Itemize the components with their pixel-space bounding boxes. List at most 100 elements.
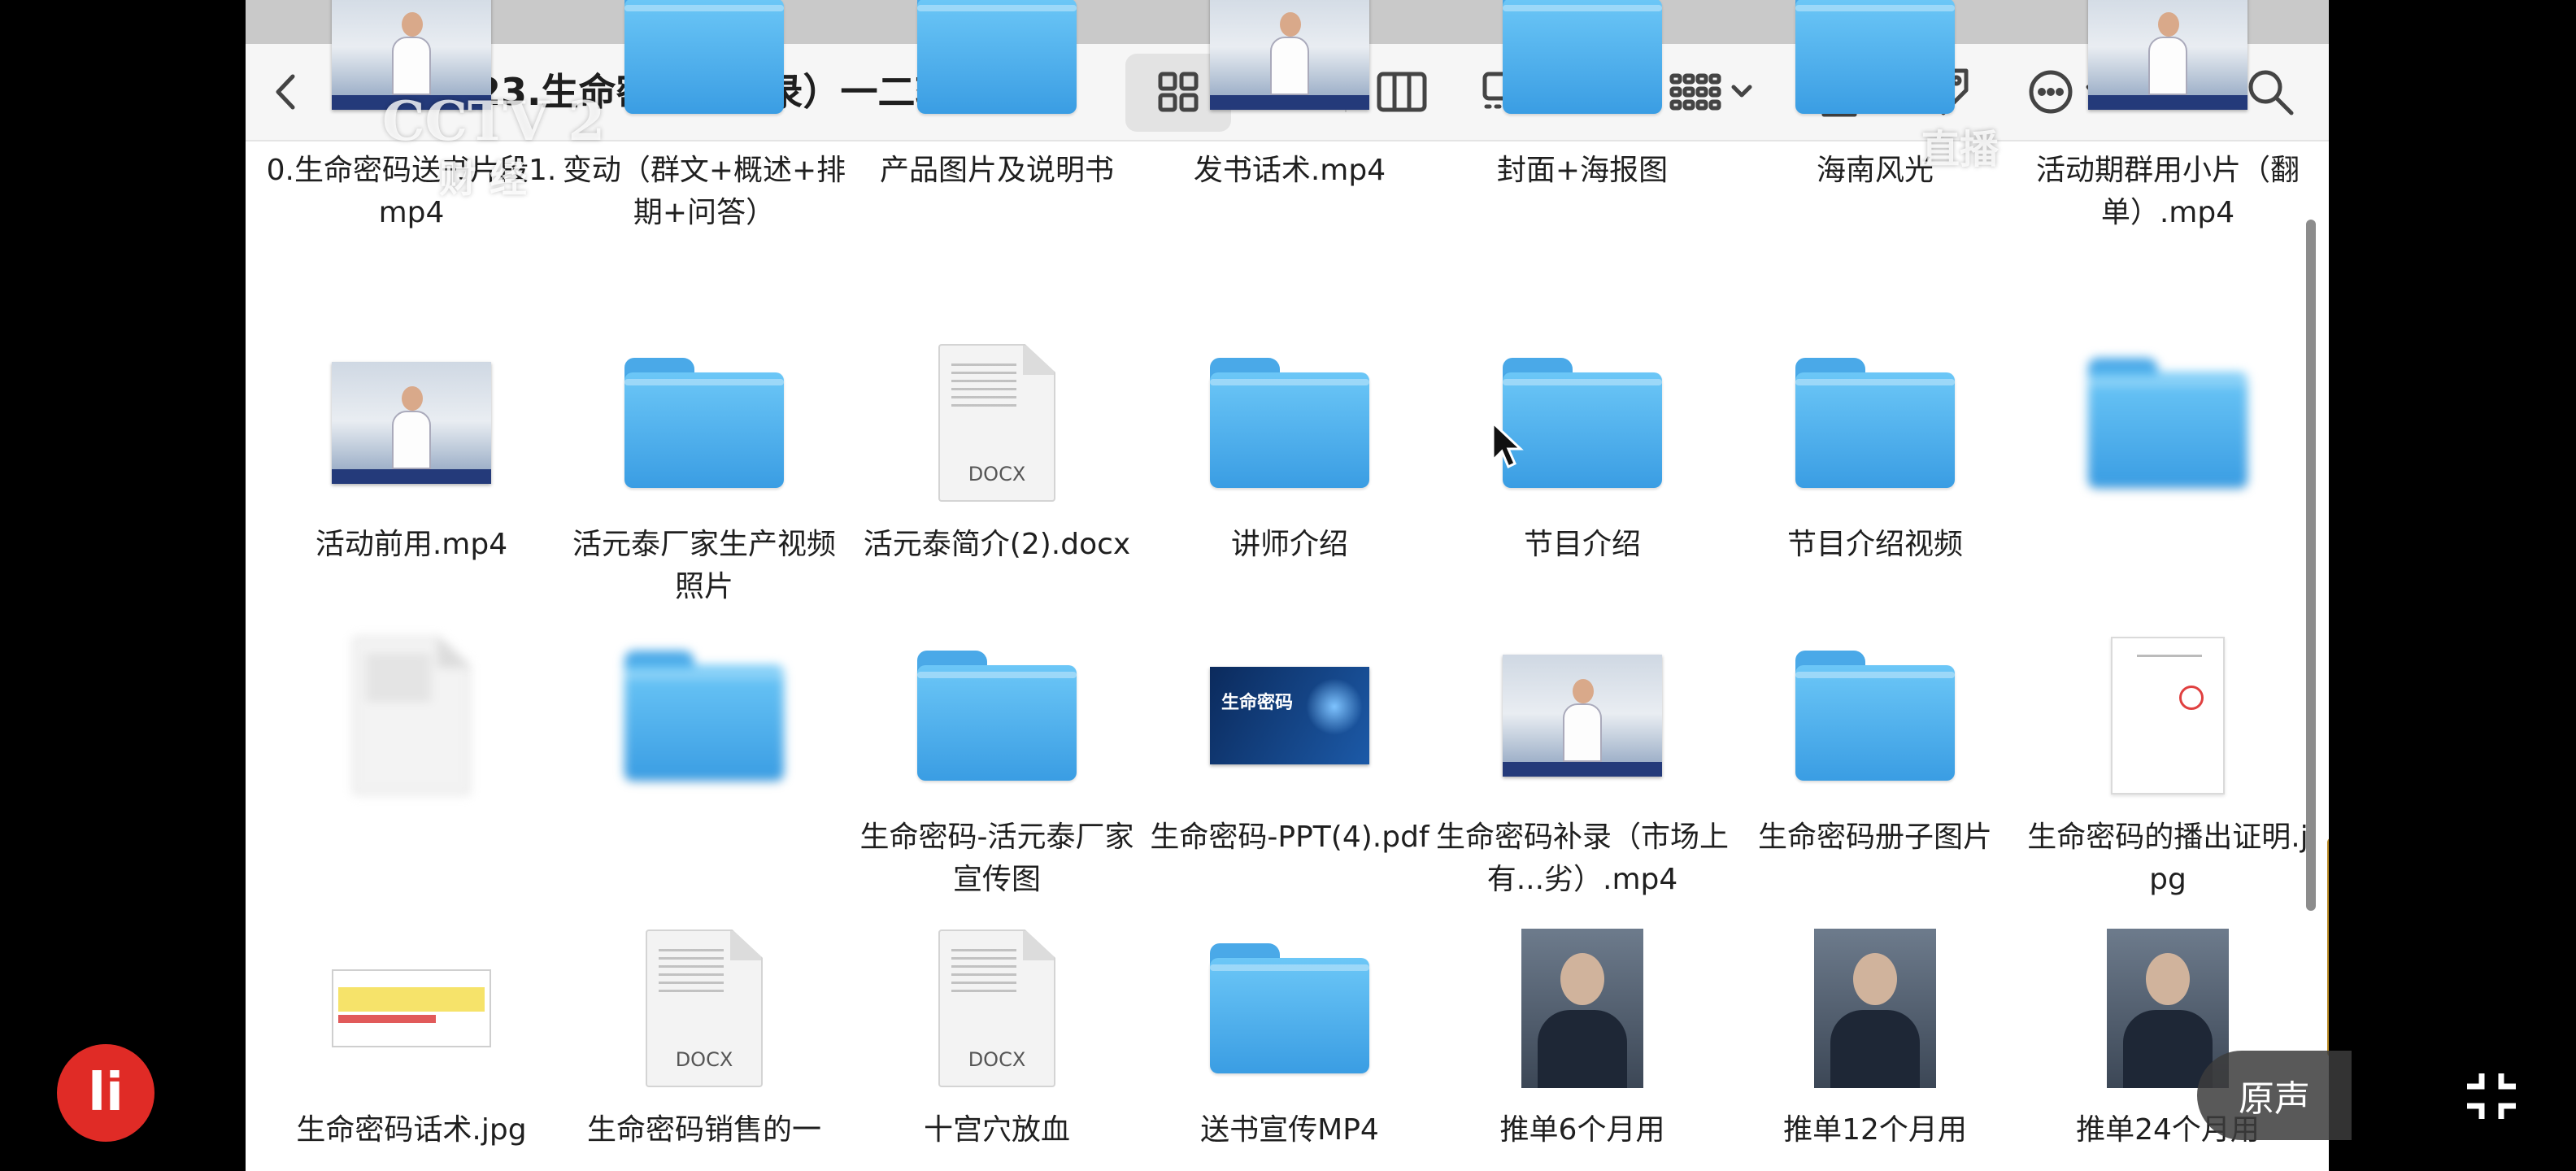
video-thumbnail bbox=[2088, 0, 2247, 110]
file-thumbnail-area bbox=[1143, 927, 1436, 1090]
file-item[interactable]: 生命密码补录（市场上有...劣）.mp4 bbox=[1436, 634, 1729, 927]
file-item[interactable]: 发书话术.mp4 bbox=[1143, 0, 1436, 260]
file-item[interactable]: 讲师介绍 bbox=[1143, 342, 1436, 634]
live-watermark: 直播 bbox=[1921, 127, 1999, 172]
file-item[interactable]: 活动前用.mp4 bbox=[265, 342, 558, 634]
file-thumbnail-area: DOCX bbox=[851, 927, 1143, 1090]
video-thumbnail bbox=[1503, 655, 1662, 777]
file-thumbnail-area bbox=[1729, 634, 2021, 797]
file-thumbnail-area bbox=[2021, 634, 2314, 797]
video-thumbnail bbox=[1210, 0, 1369, 110]
file-name: 生命密码话术.jpg bbox=[296, 1113, 527, 1147]
file-name: 活元泰厂家生产视频 照片 bbox=[572, 528, 836, 603]
file-item[interactable]: 封面+海报图 bbox=[1436, 0, 1729, 260]
file-name: 变动（群文+概述+排期+问答） bbox=[562, 154, 846, 229]
file-thumbnail-area bbox=[558, 342, 851, 504]
folder-icon bbox=[624, 651, 784, 781]
photo-thumbnail bbox=[1814, 929, 1936, 1088]
file-thumbnail-area bbox=[1436, 342, 1729, 504]
file-thumbnail-area bbox=[1729, 342, 2021, 504]
app-logo[interactable]: li bbox=[57, 1044, 154, 1142]
file-thumbnail-area bbox=[1143, 342, 1436, 504]
video-thumbnail bbox=[332, 362, 491, 484]
file-thumbnail-area bbox=[2021, 342, 2314, 504]
file-name: 封面+海报图 bbox=[1496, 154, 1669, 187]
folder-icon bbox=[624, 0, 784, 114]
folder-icon bbox=[1795, 651, 1955, 781]
file-name: 活动期群用小片（翻单）.mp4 bbox=[2035, 154, 2300, 229]
file-item[interactable] bbox=[558, 634, 851, 927]
file-extension-label: DOCX bbox=[675, 1048, 733, 1071]
file-name: 讲师介绍 bbox=[1230, 528, 1348, 561]
finder-window: 23.生命密码（重录）一二轮所有... bbox=[246, 0, 2329, 1171]
file-name: 产品图片及说明书 bbox=[879, 154, 1114, 187]
file-thumbnail-area bbox=[1143, 0, 1436, 130]
file-item[interactable]: 节目介绍视频 bbox=[1729, 342, 2021, 634]
channel-watermark: CCTV 2 bbox=[382, 89, 606, 153]
file-thumbnail-area: 生命密码 bbox=[1143, 634, 1436, 797]
file-name: 节目介绍 bbox=[1523, 528, 1641, 561]
document-file-icon bbox=[353, 637, 470, 794]
file-name: 活动前用.mp4 bbox=[315, 528, 508, 561]
file-item[interactable]: DOCX 十宫穴放血 bbox=[851, 927, 1143, 1171]
file-item[interactable]: 产品图片及说明书 bbox=[851, 0, 1143, 260]
file-name: 十宫穴放血 bbox=[923, 1113, 1070, 1147]
file-item[interactable]: 生命密码 生命密码-PPT(4).pdf bbox=[1143, 634, 1436, 927]
file-name: 发书话术.mp4 bbox=[1193, 154, 1386, 187]
file-thumbnail-area bbox=[851, 634, 1143, 797]
file-item[interactable] bbox=[2021, 342, 2314, 634]
file-item[interactable]: 推单12个月用 bbox=[1729, 927, 2021, 1171]
file-extension-label: DOCX bbox=[968, 463, 1026, 485]
pdf-thumb-title: 生命密码 bbox=[1221, 693, 1294, 713]
file-thumbnail-area bbox=[1436, 634, 1729, 797]
file-thumbnail-area bbox=[265, 927, 558, 1090]
file-item[interactable]: 送书宣传MP4 bbox=[1143, 927, 1436, 1171]
file-item[interactable]: 活动期群用小片（翻单）.mp4 bbox=[2021, 0, 2314, 260]
file-name: 生命密码的播出证明.jpg bbox=[2027, 821, 2308, 896]
folder-icon bbox=[1503, 0, 1662, 114]
file-name: 生命密码册子图片 bbox=[1757, 821, 1992, 854]
file-name: 活元泰简介(2).docx bbox=[863, 528, 1131, 561]
original-sound-button[interactable]: 原声 bbox=[2197, 1051, 2352, 1140]
file-name: 节目介绍视频 bbox=[1786, 528, 1963, 561]
folder-icon bbox=[917, 0, 1077, 114]
file-thumbnail-area: DOCX bbox=[851, 342, 1143, 504]
folder-icon bbox=[624, 358, 784, 488]
file-item[interactable] bbox=[265, 634, 558, 927]
file-thumbnail-area bbox=[265, 634, 558, 797]
channel-sub-watermark: 财 经 bbox=[439, 157, 528, 201]
file-extension-label: DOCX bbox=[968, 1048, 1026, 1071]
file-thumbnail-area bbox=[1729, 927, 2021, 1090]
file-name: 推单12个月用 bbox=[1783, 1113, 1967, 1147]
file-item[interactable]: DOCX 生命密码销售的一 bbox=[558, 927, 851, 1171]
folder-icon bbox=[1795, 358, 1955, 488]
file-item[interactable]: 活元泰厂家生产视频 照片 bbox=[558, 342, 851, 634]
docx-file-icon: DOCX bbox=[938, 344, 1055, 502]
exit-fullscreen-icon[interactable] bbox=[2464, 1072, 2519, 1121]
file-thumbnail-area bbox=[1436, 927, 1729, 1090]
file-item[interactable]: 生命密码的播出证明.jpg bbox=[2021, 634, 2314, 927]
file-name: 生命密码补录（市场上有...劣）.mp4 bbox=[1436, 821, 1730, 896]
file-thumbnail-area bbox=[558, 634, 851, 797]
image-thumbnail bbox=[332, 969, 491, 1047]
file-item[interactable]: 生命密码册子图片 bbox=[1729, 634, 2021, 927]
file-name: 生命密码-活元泰厂家宣传图 bbox=[859, 821, 1134, 896]
file-item[interactable]: 推单6个月用 bbox=[1436, 927, 1729, 1171]
file-item[interactable]: DOCX 活元泰简介(2).docx bbox=[851, 342, 1143, 634]
docx-file-icon: DOCX bbox=[646, 929, 763, 1087]
file-item[interactable]: 生命密码话术.jpg bbox=[265, 927, 558, 1171]
file-thumbnail-area bbox=[265, 342, 558, 504]
vertical-scrollbar[interactable] bbox=[2306, 220, 2316, 911]
pdf-thumbnail: 生命密码 bbox=[1210, 667, 1369, 764]
folder-icon bbox=[1210, 943, 1369, 1073]
file-item[interactable]: 节目介绍 bbox=[1436, 342, 1729, 634]
file-thumbnail-area bbox=[1729, 0, 2021, 130]
folder-icon bbox=[1795, 0, 1955, 114]
file-name: 生命密码销售的一 bbox=[586, 1113, 821, 1147]
file-item[interactable]: 生命密码-活元泰厂家宣传图 bbox=[851, 634, 1143, 927]
photo-thumbnail bbox=[1521, 929, 1643, 1088]
docx-file-icon: DOCX bbox=[938, 929, 1055, 1087]
file-thumbnail-area bbox=[851, 0, 1143, 130]
folder-icon bbox=[2088, 358, 2247, 488]
file-name: 送书宣传MP4 bbox=[1200, 1113, 1379, 1147]
